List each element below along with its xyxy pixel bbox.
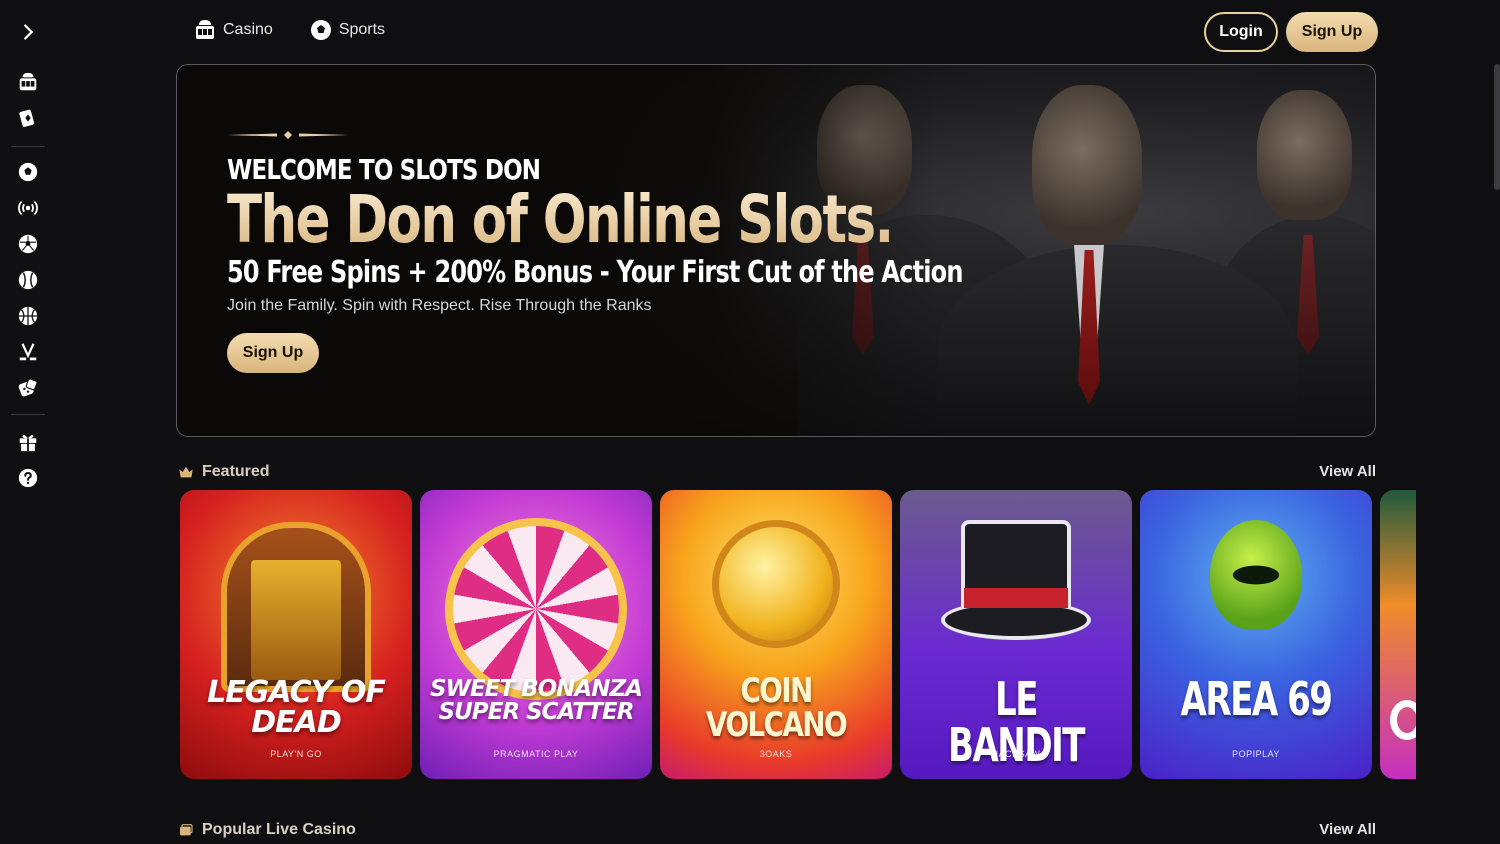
live-broadcast-icon[interactable] bbox=[14, 194, 42, 222]
game-art bbox=[1390, 700, 1416, 740]
login-button[interactable]: Login bbox=[1204, 12, 1278, 52]
sidebar bbox=[0, 0, 56, 844]
hero-signup-button[interactable]: Sign Up bbox=[227, 333, 319, 373]
game-card[interactable]: LEGACY OF DEAD PLAY'N GO bbox=[180, 490, 412, 779]
game-art bbox=[445, 518, 627, 700]
nav-casino-label: Casino bbox=[223, 21, 273, 38]
game-title: LEGACY OF DEAD bbox=[207, 675, 386, 740]
live-casino-title: Popular Live Casino bbox=[202, 821, 356, 838]
game-provider: HACKSAW bbox=[991, 749, 1041, 759]
featured-view-all-link[interactable]: View All bbox=[1319, 463, 1376, 480]
nav-sports[interactable]: Sports bbox=[309, 18, 385, 42]
live-casino-icon bbox=[180, 824, 193, 836]
hero-description: Join the Family. Spin with Respect. Rise… bbox=[227, 297, 652, 314]
game-provider: 3OAKS bbox=[759, 749, 793, 759]
game-art bbox=[712, 520, 840, 648]
dice-icon[interactable] bbox=[14, 374, 42, 402]
game-provider: PRAGMATIC PLAY bbox=[493, 749, 579, 759]
game-title: AREA 69 bbox=[1180, 672, 1332, 726]
nav-casino[interactable]: Casino bbox=[193, 18, 273, 42]
game-card[interactable] bbox=[1380, 490, 1416, 779]
crown-icon bbox=[179, 466, 193, 478]
live-casino-heading: Popular Live Casino bbox=[178, 821, 356, 839]
sidebar-divider bbox=[11, 146, 45, 147]
hero-subtitle: 50 Free Spins + 200% Bonus - Your First … bbox=[227, 255, 963, 290]
game-card[interactable]: SWEET BONANZA SUPER SCATTER PRAGMATIC PL… bbox=[420, 490, 652, 779]
game-art bbox=[1224, 562, 1288, 588]
game-card[interactable]: AREA 69 POPIPLAY bbox=[1140, 490, 1372, 779]
slot-machine-icon bbox=[196, 20, 214, 39]
game-art bbox=[964, 588, 1068, 608]
game-card[interactable]: LE BANDIT HACKSAW bbox=[900, 490, 1132, 779]
hero-title: The Don of Online Slots. bbox=[227, 181, 894, 258]
live-view-all-link[interactable]: View All bbox=[1319, 821, 1376, 838]
nav-sports-label: Sports bbox=[338, 21, 386, 38]
game-card[interactable]: COIN VOLCANO 3OAKS bbox=[660, 490, 892, 779]
featured-heading: Featured bbox=[178, 463, 270, 481]
ornament-divider bbox=[227, 131, 349, 139]
signup-button[interactable]: Sign Up bbox=[1286, 12, 1378, 52]
game-title: COIN VOLCANO bbox=[705, 671, 848, 745]
help-icon[interactable] bbox=[14, 464, 42, 492]
auth-buttons: Login Sign Up bbox=[1204, 12, 1378, 52]
scrollbar[interactable] bbox=[1494, 64, 1500, 190]
hero-banner: WELCOME TO SLOTS DON The Don of Online S… bbox=[176, 64, 1376, 437]
top-navigation: Casino Sports bbox=[193, 18, 385, 42]
slot-machine-icon[interactable] bbox=[14, 68, 42, 96]
sports-ball-icon bbox=[310, 20, 331, 40]
hockey-icon[interactable] bbox=[14, 338, 42, 366]
basketball-icon[interactable] bbox=[14, 302, 42, 330]
chevron-right-icon[interactable] bbox=[14, 18, 42, 46]
game-provider: POPIPLAY bbox=[1232, 749, 1280, 759]
sidebar-divider bbox=[11, 414, 45, 415]
game-title: SWEET BONANZA SUPER SCATTER bbox=[430, 676, 643, 725]
featured-games-carousel: LEGACY OF DEAD PLAY'N GO SWEET BONANZA S… bbox=[180, 490, 1416, 779]
cards-icon[interactable] bbox=[14, 104, 42, 132]
game-provider: PLAY'N GO bbox=[270, 749, 322, 759]
baseball-icon[interactable] bbox=[14, 266, 42, 294]
soccer-icon[interactable] bbox=[14, 230, 42, 258]
featured-title: Featured bbox=[202, 463, 270, 480]
gift-icon[interactable] bbox=[14, 428, 42, 456]
sports-ball-icon[interactable] bbox=[14, 158, 42, 186]
game-art bbox=[251, 560, 341, 680]
